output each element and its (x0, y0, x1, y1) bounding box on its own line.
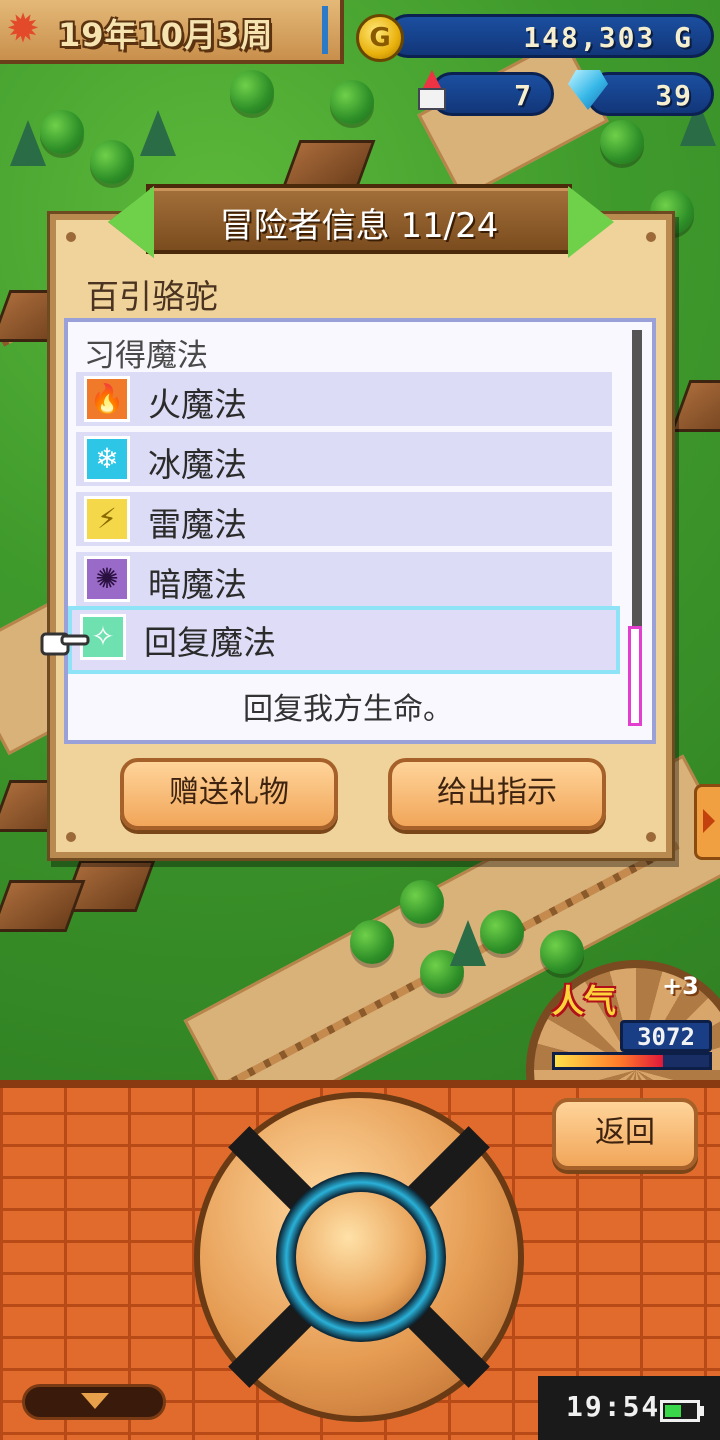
magic-label: 回复魔法 (144, 623, 276, 662)
adventurer-name: 百引骆驼 (86, 277, 218, 316)
map-road (417, 36, 609, 200)
town-count: 7 (514, 79, 533, 112)
date-panel: ✹ 19年10月3周 (0, 0, 344, 64)
next-adventurer-arrow-icon[interactable] (568, 186, 614, 258)
map-tree (330, 80, 374, 124)
map-tree (540, 930, 584, 974)
map-tree (400, 880, 444, 924)
ice-icon: ❄ (84, 436, 130, 482)
map-pine-tree (450, 920, 486, 966)
gem-count-bar: 39 (586, 72, 714, 116)
battery-tip (700, 1406, 704, 1416)
dialog-rivet (646, 232, 656, 242)
scrollbar-thumb[interactable] (628, 626, 642, 726)
magic-item-dark[interactable]: ✺ 暗魔法 (76, 552, 612, 606)
map-tree (600, 120, 644, 164)
side-panel-tab[interactable] (694, 784, 720, 860)
dark-vortex-icon: ✺ (84, 556, 130, 602)
magic-section-heading: 习得魔法 (84, 338, 208, 374)
magic-item-thunder[interactable]: ⚡ 雷魔法 (76, 492, 612, 546)
menu-toggle-button[interactable] (22, 1384, 166, 1420)
popularity-value: 3072 (637, 1023, 695, 1051)
popularity-bar-fill (555, 1055, 663, 1067)
game-date: 19年10月3周 (58, 16, 274, 54)
magic-label: 雷魔法 (148, 505, 247, 544)
give-instruction-button[interactable]: 给出指示 (388, 758, 606, 830)
dialog-title: 冒险者信息 11/24 (219, 206, 499, 246)
dialog-rivet (646, 832, 656, 842)
fire-icon: 🔥 (84, 376, 130, 422)
popularity-bar (552, 1052, 712, 1070)
dialog-rivet (66, 832, 76, 842)
map-house (670, 380, 720, 432)
gold-coin-icon: G (356, 14, 404, 62)
magic-description: 回复我方生命。 (243, 692, 453, 727)
battery-level (665, 1405, 682, 1417)
map-tree (230, 70, 274, 114)
pointing-hand-cursor-icon (40, 632, 90, 656)
magic-item-fire[interactable]: 🔥 火魔法 (76, 372, 612, 426)
map-pine-tree (140, 110, 176, 156)
map-tree (480, 910, 524, 954)
map-tree (90, 140, 134, 184)
map-tree (350, 920, 394, 964)
date-divider (322, 6, 328, 54)
map-tree (40, 110, 84, 154)
popularity-delta: +3 (662, 972, 699, 1000)
magic-label: 冰魔法 (148, 445, 247, 484)
magic-item-heal-selected[interactable]: ✧ 回复魔法 (68, 606, 620, 674)
magic-label: 暗魔法 (148, 565, 247, 604)
dialog-title-banner: 冒险者信息 11/24 (146, 184, 572, 254)
gold-bar: 148,303 G (386, 14, 714, 58)
confirm-button[interactable] (296, 1192, 426, 1322)
back-button[interactable]: 返回 (552, 1098, 698, 1170)
popularity-value-box: 3072 (620, 1020, 712, 1052)
give-gift-button[interactable]: 赠送礼物 (120, 758, 338, 830)
battery-icon (660, 1400, 700, 1422)
popularity-label: 人气 (552, 982, 617, 1020)
magic-item-ice[interactable]: ❄ 冰魔法 (76, 432, 612, 486)
magic-label: 火魔法 (148, 385, 247, 424)
arrow-right-icon (703, 809, 715, 833)
chevron-down-icon (81, 1393, 109, 1409)
map-house (0, 880, 86, 932)
maple-leaf-icon: ✹ (6, 6, 40, 52)
clock-time: 19:54 (566, 1390, 661, 1423)
dialog-rivet (66, 232, 76, 242)
previous-adventurer-arrow-icon[interactable] (108, 186, 154, 258)
house-icon (412, 70, 452, 112)
gem-count: 39 (655, 79, 693, 112)
gold-amount: 148,303 G (523, 21, 693, 54)
map-pine-tree (10, 120, 46, 166)
lightning-icon: ⚡ (84, 496, 130, 542)
